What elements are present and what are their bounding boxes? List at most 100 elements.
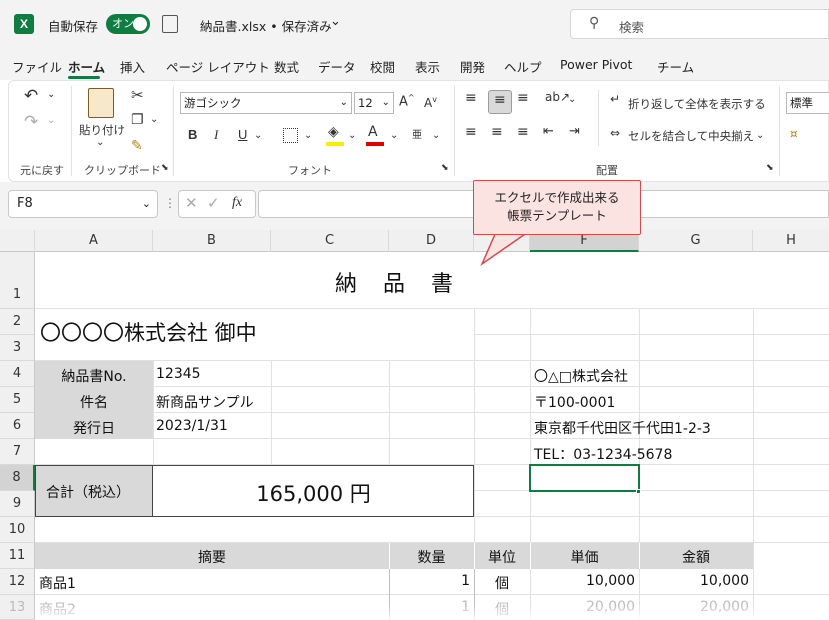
fill-color-icon[interactable]: ◈ xyxy=(328,124,339,140)
redo-icon[interactable]: ↷ xyxy=(24,112,38,132)
fill-handle[interactable] xyxy=(636,489,641,494)
item-qty[interactable]: 1 xyxy=(389,573,470,589)
enter-icon[interactable]: ✓ xyxy=(207,194,220,212)
undo-dropdown-icon[interactable]: ⌄ xyxy=(47,89,55,100)
search-box[interactable]: ⚲ 検索 xyxy=(570,9,829,39)
underline-button[interactable]: U xyxy=(238,127,247,142)
cancel-icon[interactable]: ✕ xyxy=(185,194,198,212)
value-invoice-number[interactable]: 12345 xyxy=(156,366,201,382)
align-middle-button[interactable]: ≡ xyxy=(488,90,512,114)
tab-page-layout[interactable]: ページ レイアウト xyxy=(166,57,270,76)
wrap-text-button[interactable]: 折り返して全体を表示する xyxy=(628,96,766,112)
total-value[interactable]: 165,000 円 xyxy=(153,478,474,508)
column-header-h[interactable]: H xyxy=(753,230,829,252)
tab-team[interactable]: チーム xyxy=(657,57,694,76)
company-postal[interactable]: 〒100-0001 xyxy=(534,392,615,412)
selected-cell-f8[interactable] xyxy=(529,464,640,492)
tab-insert[interactable]: 挿入 xyxy=(120,57,145,76)
increase-font-icon[interactable]: A^ xyxy=(399,93,415,109)
column-header-g[interactable]: G xyxy=(639,230,753,252)
borders-dropdown-icon[interactable]: ⌄ xyxy=(304,130,312,141)
number-format-combo[interactable]: 標準 xyxy=(786,92,829,114)
tab-power-pivot[interactable]: Power Pivot xyxy=(560,57,632,72)
autosave-toggle[interactable]: オン xyxy=(106,14,150,34)
align-bottom-icon[interactable]: ≡ xyxy=(517,90,529,106)
italic-button[interactable]: I xyxy=(214,127,218,143)
chevron-down-icon[interactable]: ⌄ xyxy=(330,14,341,29)
tab-file[interactable]: ファイル xyxy=(12,57,62,76)
tab-developer[interactable]: 開発 xyxy=(460,57,485,76)
row-header-7[interactable]: 7 xyxy=(0,439,35,465)
font-size-combo[interactable]: 12 ⌄ xyxy=(354,92,394,114)
bold-button[interactable]: B xyxy=(188,127,197,142)
wrap-text-icon[interactable]: ↵ xyxy=(610,92,620,106)
column-header-b[interactable]: B xyxy=(153,230,271,252)
tab-data[interactable]: データ xyxy=(318,57,356,76)
phonetic-dropdown-icon[interactable]: ⌄ xyxy=(432,130,440,141)
row-header-1[interactable]: 1 xyxy=(0,252,35,309)
decrease-font-icon[interactable]: Av xyxy=(424,95,437,110)
row-header-13[interactable]: 13 xyxy=(0,595,35,620)
header-quantity[interactable]: 数量 xyxy=(389,547,474,567)
merge-dropdown-icon[interactable]: ⌄ xyxy=(756,130,764,141)
underline-dropdown-icon[interactable]: ⌄ xyxy=(254,130,262,141)
tab-help[interactable]: ヘルプ xyxy=(504,57,542,76)
value-issue-date[interactable]: 2023/1/31 xyxy=(156,418,228,434)
save-icon[interactable] xyxy=(162,15,178,33)
label-issue-date[interactable]: 発行日 xyxy=(35,418,153,438)
currency-icon[interactable]: ¤ xyxy=(790,127,798,141)
merge-center-icon[interactable]: ⇔ xyxy=(610,126,620,140)
dialog-launcher-icon[interactable]: ⬊ xyxy=(441,163,449,173)
align-top-icon[interactable]: ≡ xyxy=(465,90,477,106)
company-address[interactable]: 東京都千代田区千代田1-2-3 xyxy=(534,418,711,438)
header-unit[interactable]: 単位 xyxy=(474,547,530,567)
copy-dropdown-icon[interactable]: ⌄ xyxy=(150,114,158,125)
value-subject[interactable]: 新商品サンプル xyxy=(156,392,254,412)
tab-view[interactable]: 表示 xyxy=(415,57,440,76)
merge-center-button[interactable]: セルを結合して中央揃え xyxy=(628,128,754,144)
total-label-cell[interactable]: 合計（税込） xyxy=(36,466,153,516)
font-color-dropdown-icon[interactable]: ⌄ xyxy=(390,130,398,141)
dialog-launcher-icon[interactable]: ⬊ xyxy=(161,163,169,173)
header-summary[interactable]: 摘要 xyxy=(35,547,389,567)
insert-function-button[interactable]: fx xyxy=(232,195,242,211)
column-header-d[interactable]: D xyxy=(389,230,474,252)
company-name[interactable]: 〇△□株式会社 xyxy=(534,366,628,386)
increase-indent-icon[interactable]: ⇥ xyxy=(569,124,580,139)
fill-dropdown-icon[interactable]: ⌄ xyxy=(348,130,356,141)
tab-home[interactable]: ホーム xyxy=(68,57,105,76)
customer-name[interactable]: 〇〇〇〇株式会社 御中 xyxy=(40,317,257,347)
row-header-2[interactable]: 2 xyxy=(0,309,35,335)
font-color-icon[interactable]: A xyxy=(368,124,378,140)
label-invoice-number[interactable]: 納品書No. xyxy=(35,366,153,386)
paste-dropdown-icon[interactable]: ⌄ xyxy=(96,137,104,148)
row-header-6[interactable]: 6 xyxy=(0,413,35,439)
decrease-indent-icon[interactable]: ⇤ xyxy=(543,124,554,139)
item-price[interactable]: 10,000 xyxy=(530,573,635,589)
tab-review[interactable]: 校閲 xyxy=(370,57,395,76)
undo-icon[interactable]: ↶ xyxy=(24,86,38,106)
paste-label[interactable]: 貼り付け xyxy=(79,122,125,138)
header-unit-price[interactable]: 単価 xyxy=(530,547,639,567)
redo-dropdown-icon[interactable]: ⌄ xyxy=(47,115,55,126)
row-header-12[interactable]: 12 xyxy=(0,569,35,595)
align-left-icon[interactable]: ≡ xyxy=(465,124,477,140)
align-right-icon[interactable]: ≡ xyxy=(517,124,529,140)
row-header-5[interactable]: 5 xyxy=(0,387,35,413)
format-painter-icon[interactable]: ✎ xyxy=(131,138,143,154)
column-header-c[interactable]: C xyxy=(271,230,389,252)
copy-icon[interactable]: ❐ xyxy=(131,112,144,128)
select-all-corner[interactable] xyxy=(0,230,35,252)
orientation-dropdown-icon[interactable]: ⌄ xyxy=(568,94,576,105)
paste-icon[interactable] xyxy=(88,88,114,118)
column-header-a[interactable]: A xyxy=(35,230,153,252)
header-amount[interactable]: 金額 xyxy=(639,547,753,567)
row-header-10[interactable]: 10 xyxy=(0,517,35,543)
dialog-launcher-icon[interactable]: ⬊ xyxy=(766,163,774,173)
phonetic-icon[interactable]: 亜 xyxy=(412,126,422,141)
borders-icon[interactable] xyxy=(283,128,298,143)
orientation-icon[interactable]: ab↗ xyxy=(545,90,570,104)
more-icon[interactable]: ⋮ xyxy=(164,196,176,210)
name-box[interactable]: F8 ⌄ xyxy=(8,190,158,218)
font-name-combo[interactable]: 游ゴシック ⌄ xyxy=(180,92,352,114)
